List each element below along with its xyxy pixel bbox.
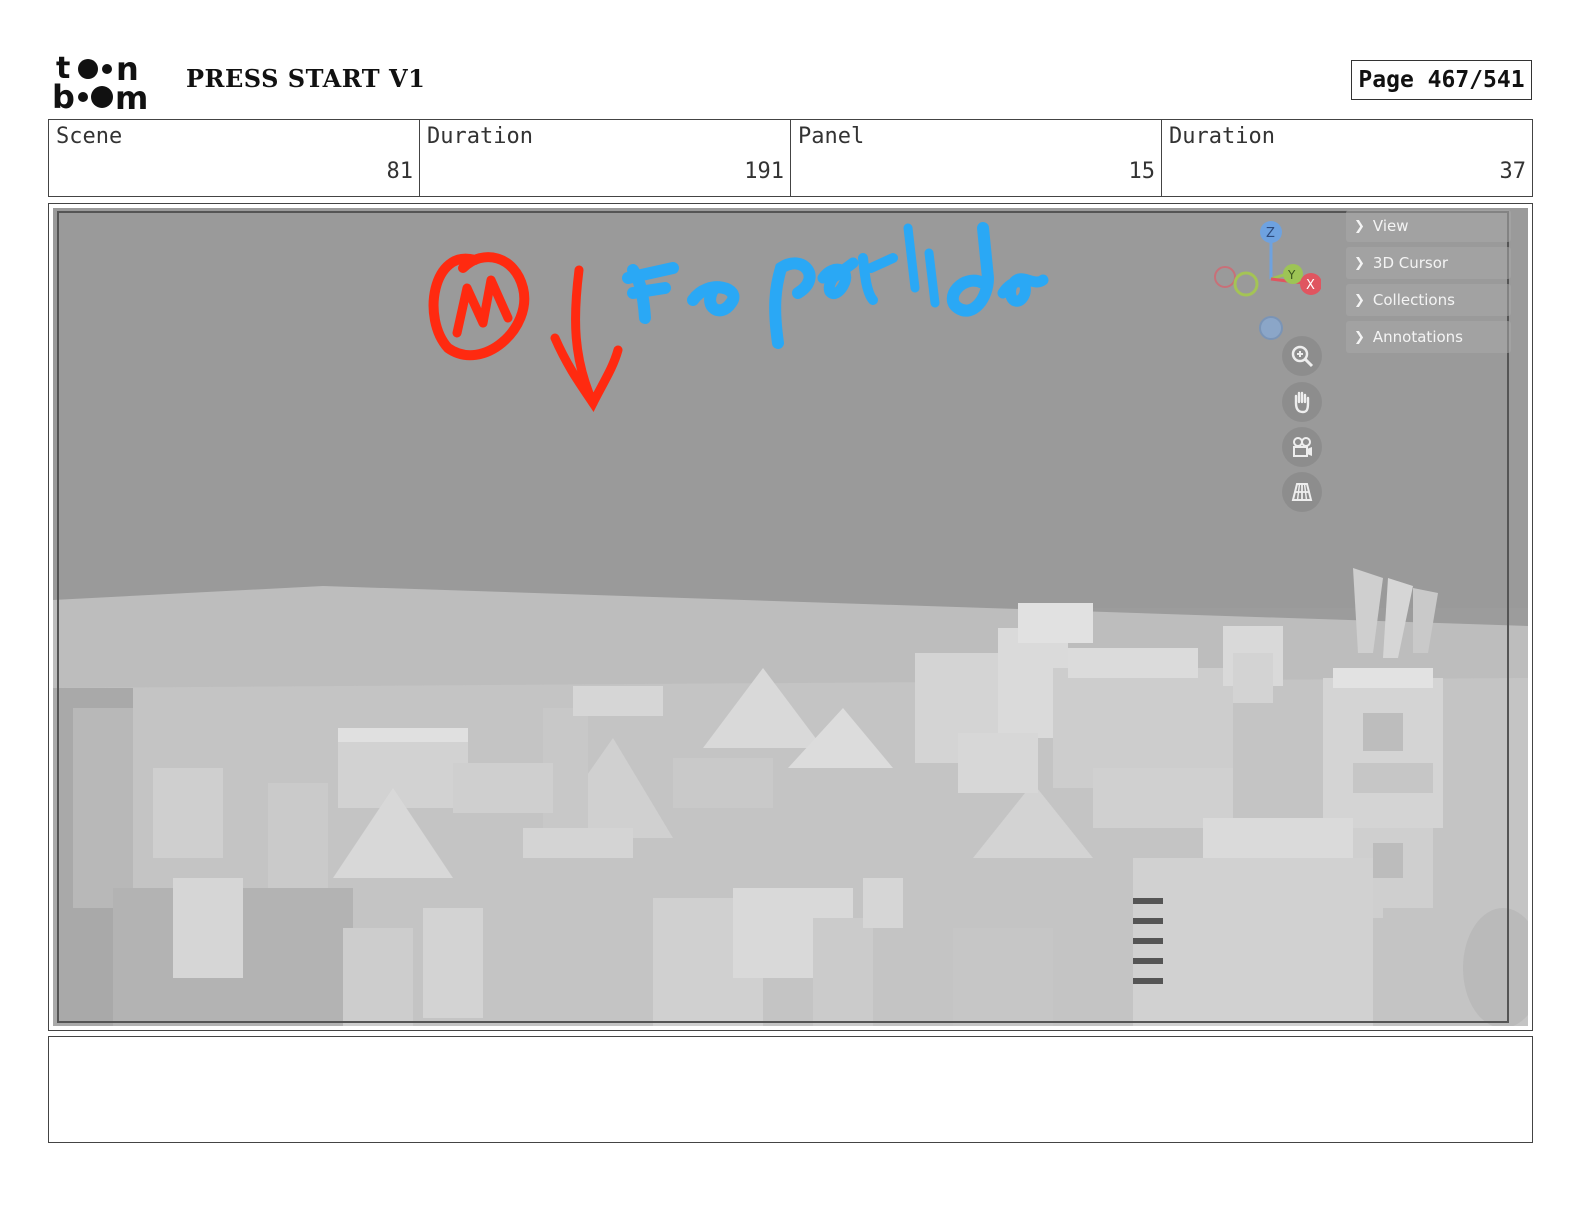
panel-duration-label: Duration: [1169, 124, 1275, 149]
sidebar-item-view[interactable]: ❯ View: [1346, 210, 1511, 242]
chevron-right-icon: ❯: [1354, 292, 1365, 308]
chevron-right-icon: ❯: [1354, 329, 1365, 345]
scene-label: Scene: [56, 124, 123, 149]
chevron-right-icon: ❯: [1354, 255, 1365, 271]
project-title: PRESS START V1: [186, 64, 426, 93]
svg-text:m: m: [115, 79, 148, 112]
panel-duration-value: 37: [1499, 159, 1527, 184]
scene-duration-label: Duration: [427, 124, 533, 149]
panel-info-row: Scene 81 Duration 191 Panel 15 Duration …: [48, 119, 1533, 197]
panel-value: 15: [1128, 159, 1156, 184]
panel-duration-cell: Duration 37: [1162, 120, 1532, 196]
toonboom-logo: t n b m: [52, 50, 164, 117]
sidebar-item-annotations[interactable]: ❯ Annotations: [1346, 321, 1511, 353]
page-counter: Page 467/541: [1351, 60, 1532, 100]
panel-label: Panel: [798, 124, 865, 149]
svg-text:Z: Z: [1266, 226, 1275, 241]
panel-cell: Panel 15: [791, 120, 1162, 196]
svg-text:X: X: [1306, 278, 1315, 293]
scene-duration-cell: Duration 191: [420, 120, 791, 196]
panel-notes-box[interactable]: [48, 1036, 1533, 1143]
sidebar-item-collections[interactable]: ❯ Collections: [1346, 284, 1511, 316]
scene-cell: Scene 81: [49, 120, 420, 196]
axis-gizmo[interactable]: Z Y X: [1211, 216, 1322, 344]
scene-value: 81: [386, 159, 414, 184]
sidebar-item-3d-cursor[interactable]: ❯ 3D Cursor: [1346, 247, 1511, 279]
chevron-right-icon: ❯: [1354, 218, 1365, 234]
svg-text:b: b: [52, 78, 75, 112]
hand-pan-icon[interactable]: [1282, 382, 1322, 422]
grid-perspective-icon[interactable]: [1282, 472, 1322, 512]
storyboard-panel: Z Y X ❯ View ❯ 3D Cursor ❯ Collections ❯…: [48, 203, 1533, 1031]
camera-icon[interactable]: [1282, 427, 1322, 467]
scene-duration-value: 191: [744, 159, 784, 184]
zoom-icon[interactable]: [1282, 336, 1322, 376]
svg-text:Y: Y: [1287, 268, 1296, 282]
3d-viewport-image: Z Y X ❯ View ❯ 3D Cursor ❯ Collections ❯…: [53, 208, 1528, 1026]
sidebar-panel: ❯ View ❯ 3D Cursor ❯ Collections ❯ Annotatio…: [1346, 210, 1511, 358]
